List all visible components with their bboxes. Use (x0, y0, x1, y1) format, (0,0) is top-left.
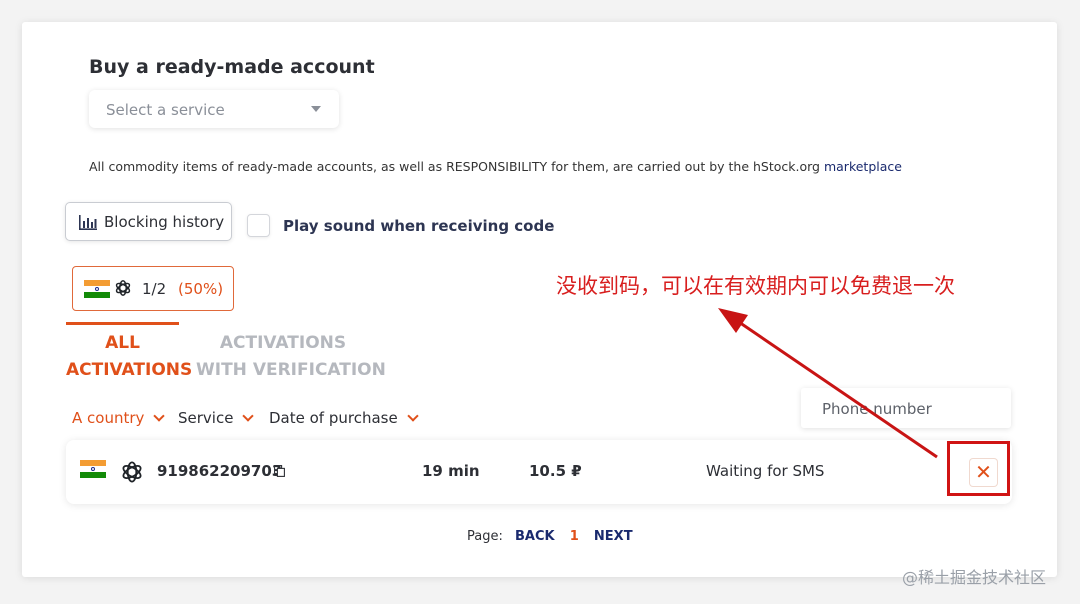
annotation-highlight-box (947, 441, 1010, 496)
watermark: @稀土掘金技术社区 (902, 568, 1047, 587)
annotation-arrow (718, 308, 938, 459)
